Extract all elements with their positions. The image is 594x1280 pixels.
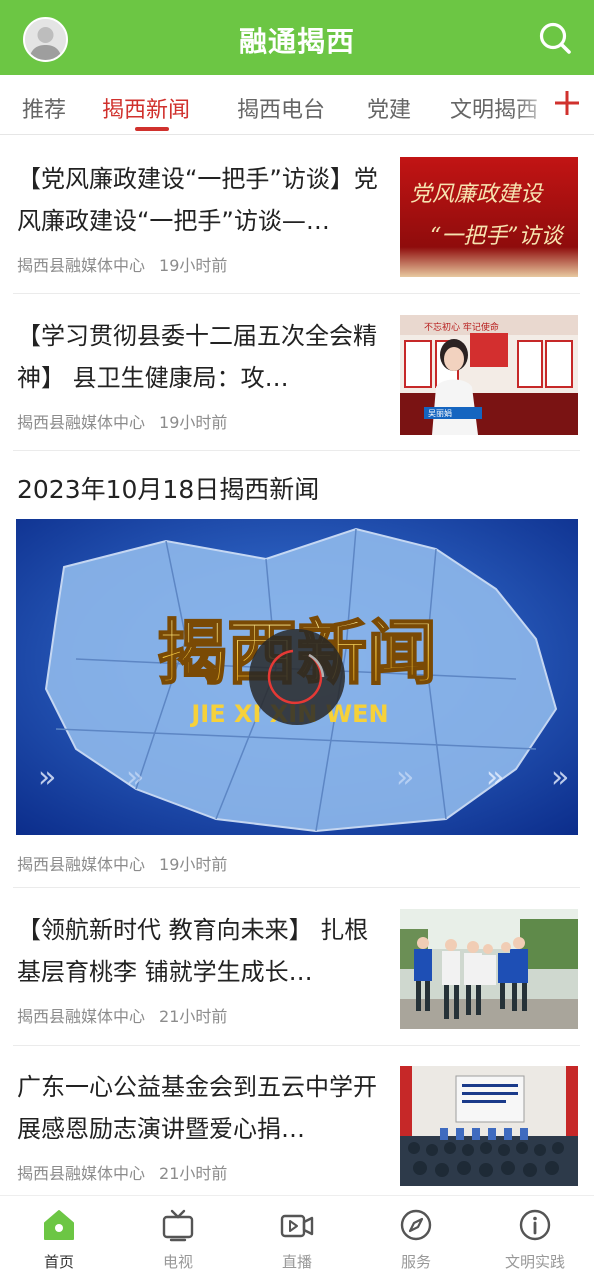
nav-label: 电视 <box>162 1253 193 1271</box>
news-title: 【党风廉政建设“一把手”访谈】党风廉政建设“一把手”访谈—… <box>17 165 378 235</box>
compass-icon <box>400 1209 432 1241</box>
nav-label: 首页 <box>43 1253 74 1271</box>
svg-text:»: » <box>486 760 504 795</box>
tab-fade <box>515 75 555 133</box>
home-icon <box>44 1210 74 1240</box>
news-time: 19小时前 <box>159 256 228 275</box>
divider <box>13 293 580 294</box>
tv-icon <box>162 1209 194 1242</box>
plus-icon[interactable] <box>553 89 581 117</box>
bottom-navigation: 首页 电视 直播 服务 文明实践 <box>0 1195 594 1280</box>
app-header: 融通揭西 <box>0 0 594 75</box>
tab-jiexi-news[interactable]: 揭西新闻 <box>102 92 190 124</box>
svg-text:“一把手”访谈: “一把手”访谈 <box>430 224 565 249</box>
nav-service[interactable]: 服务 <box>357 1196 475 1280</box>
news-time: 21小时前 <box>159 1164 228 1183</box>
channel-tabs: 推荐 揭西新闻 揭西电台 党建 文明揭西 <box>0 75 594 135</box>
news-title: 【领航新时代 教育向未来】 扎根基层育桃李 铺就学生成长… <box>17 916 369 986</box>
news-time: 19小时前 <box>159 413 228 432</box>
news-source: 揭西县融媒体中心 <box>17 1164 146 1183</box>
tab-jiexi-radio[interactable]: 揭西电台 <box>237 92 325 124</box>
nav-home[interactable]: 首页 <box>0 1196 118 1280</box>
svg-text:»: » <box>38 760 56 795</box>
nav-tv[interactable]: 电视 <box>119 1196 237 1280</box>
nav-label: 直播 <box>281 1253 312 1271</box>
news-meta: 揭西县融媒体中心 19小时前 <box>17 252 227 276</box>
news-meta: 揭西县融媒体中心 21小时前 <box>17 1160 227 1184</box>
news-source: 揭西县融媒体中心 <box>17 413 146 432</box>
news-thumbnail: 党风廉政建设 “一把手”访谈 <box>400 157 578 277</box>
news-time: 19小时前 <box>159 855 228 874</box>
news-thumbnail <box>400 1066 578 1186</box>
nav-label: 文明实践 <box>504 1253 565 1271</box>
tab-party-building[interactable]: 党建 <box>367 92 411 124</box>
app-title: 融通揭西 <box>238 25 355 58</box>
svg-text:»: » <box>126 760 144 795</box>
search-icon[interactable] <box>537 20 573 56</box>
tab-recommend[interactable]: 推荐 <box>22 92 66 124</box>
news-source: 揭西县融媒体中心 <box>17 256 146 275</box>
svg-text:党风廉政建设: 党风廉政建设 <box>410 182 544 207</box>
svg-text:吴丽娟: 吴丽娟 <box>428 408 452 418</box>
nav-live[interactable]: 直播 <box>238 1196 356 1280</box>
svg-text:不忘初心 牢记使命: 不忘初心 牢记使命 <box>424 321 499 333</box>
nav-civilization-practice[interactable]: 文明实践 <box>476 1196 594 1280</box>
news-title: 【学习贯彻县委十二届五次全会精神】 县卫生健康局：攻… <box>17 322 377 392</box>
news-thumbnail <box>400 909 578 1029</box>
play-icon[interactable] <box>249 629 345 725</box>
info-icon <box>519 1209 551 1241</box>
news-meta: 揭西县融媒体中心 19小时前 <box>17 409 227 433</box>
live-video-icon <box>280 1214 314 1238</box>
active-tab-indicator <box>135 127 169 131</box>
news-source: 揭西县融媒体中心 <box>17 1007 146 1026</box>
news-meta: 揭西县融媒体中心 21小时前 <box>17 1003 227 1027</box>
svg-text:»: » <box>551 760 569 795</box>
news-thumbnail: 不忘初心 牢记使命 吴丽娟 <box>400 315 578 435</box>
news-time: 21小时前 <box>159 1007 228 1026</box>
news-title: 广东一心公益基金会到五云中学开展感恩励志演讲暨爱心捐… <box>17 1073 377 1143</box>
video-news-title[interactable]: 2023年10月18日揭西新闻 <box>17 470 319 506</box>
news-source: 揭西县融媒体中心 <box>17 855 146 874</box>
news-meta: 揭西县融媒体中心 19小时前 <box>17 851 227 875</box>
nav-label: 服务 <box>400 1253 431 1271</box>
svg-text:»: » <box>396 760 414 795</box>
divider <box>13 887 580 888</box>
divider <box>13 450 580 451</box>
divider <box>13 1045 580 1046</box>
